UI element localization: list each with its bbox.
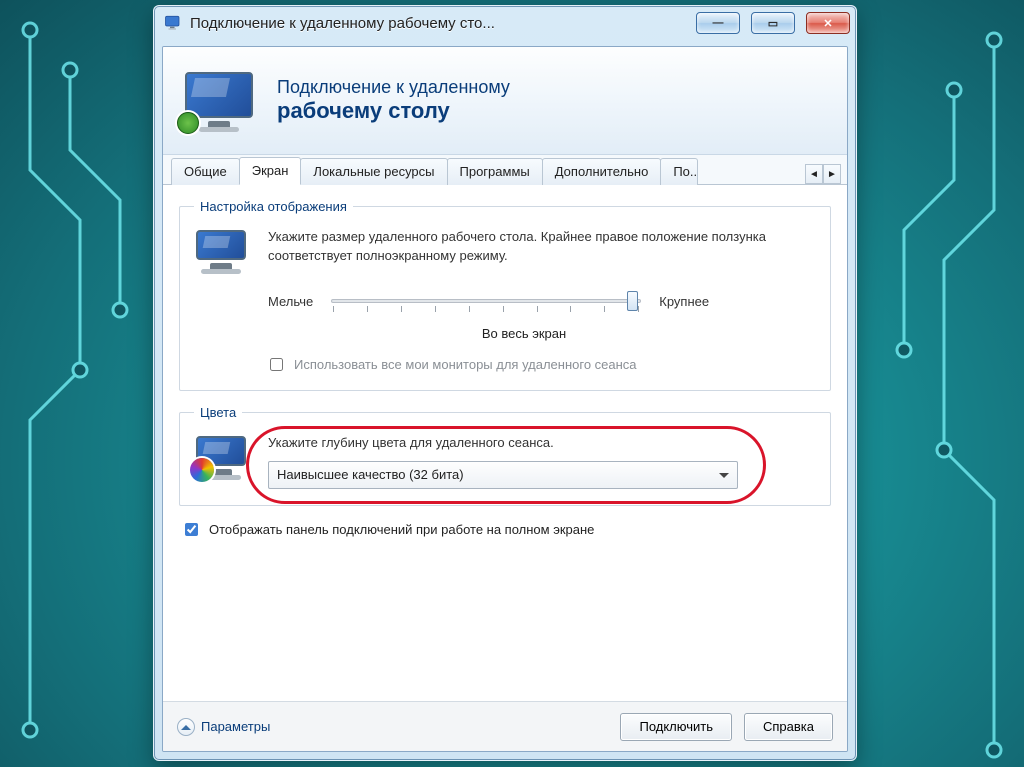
app-icon <box>164 14 182 32</box>
tab-scroll-left[interactable]: ◄ <box>805 164 823 184</box>
client-area: Подключение к удаленному рабочему столу … <box>162 46 848 752</box>
tab-page-display: Настройка отображения Укажите размер уда… <box>163 185 847 551</box>
tab-local-resources[interactable]: Локальные ресурсы <box>300 158 447 185</box>
slider-label-min: Мельче <box>268 294 313 309</box>
use-all-monitors-label: Использовать все мои мониторы для удален… <box>294 357 637 372</box>
banner-line2: рабочему столу <box>277 98 510 124</box>
show-connection-bar-checkbox[interactable] <box>185 523 198 536</box>
titlebar[interactable]: Подключение к удаленному рабочему сто...… <box>154 6 856 40</box>
maximize-icon: ▭ <box>768 17 778 30</box>
chevron-down-icon <box>719 473 729 483</box>
rdp-window: Подключение к удаленному рабочему сто...… <box>153 5 857 761</box>
color-depth-icon <box>194 434 250 489</box>
chevron-left-icon: ◄ <box>809 169 819 180</box>
tab-advanced[interactable]: Дополнительно <box>542 158 662 185</box>
close-button[interactable]: ✕ <box>806 12 850 34</box>
color-desc: Укажите глубину цвета для удаленного сеа… <box>268 434 816 453</box>
group-display-legend: Настройка отображения <box>194 199 353 214</box>
tab-general[interactable]: Общие <box>171 158 240 185</box>
display-desc: Укажите размер удаленного рабочего стола… <box>268 228 816 274</box>
close-icon: ✕ <box>823 17 832 30</box>
show-connection-bar-label: Отображать панель подключений при работе… <box>209 522 594 537</box>
help-button[interactable]: Справка <box>744 713 833 741</box>
group-display-config: Настройка отображения Укажите размер уда… <box>179 199 831 391</box>
tab-more[interactable]: По... <box>660 158 698 185</box>
maximize-button[interactable]: ▭ <box>751 12 795 34</box>
use-all-monitors-row[interactable]: Использовать все мои мониторы для удален… <box>266 355 816 374</box>
bottom-bar: Параметры Подключить Справка <box>163 701 847 751</box>
window-title: Подключение к удаленному рабочему сто... <box>190 15 685 32</box>
banner-text: Подключение к удаленному рабочему столу <box>277 77 510 124</box>
options-expander[interactable]: Параметры <box>177 718 270 736</box>
tab-strip: Общие Экран Локальные ресурсы Программы … <box>163 155 847 185</box>
slider-readout: Во весь экран <box>232 326 816 341</box>
options-label: Параметры <box>201 719 270 734</box>
use-all-monitors-checkbox[interactable] <box>270 358 283 371</box>
color-depth-dropdown[interactable]: Наивысшее качество (32 бита) <box>268 461 738 489</box>
minimize-button[interactable]: — <box>696 12 740 34</box>
connect-button[interactable]: Подключить <box>620 713 732 741</box>
tab-scroll: ◄ ► <box>805 164 841 184</box>
slider-thumb[interactable] <box>627 291 638 311</box>
rdp-monitor-icon <box>183 70 255 132</box>
tab-display[interactable]: Экран <box>239 157 302 185</box>
tab-scroll-right[interactable]: ► <box>823 164 841 184</box>
banner-line1: Подключение к удаленному <box>277 77 510 98</box>
minimize-icon: — <box>713 17 724 29</box>
resolution-slider[interactable] <box>331 288 641 314</box>
color-depth-value: Наивысшее качество (32 бита) <box>277 467 464 482</box>
display-size-icon <box>194 228 250 274</box>
group-colors-legend: Цвета <box>194 405 242 420</box>
chevron-up-icon <box>181 720 191 730</box>
group-colors: Цвета Укажите глубину цвета для удаленно… <box>179 405 831 506</box>
chevron-right-icon: ► <box>827 169 837 180</box>
decorative-circuit-right <box>834 30 1024 767</box>
header-banner: Подключение к удаленному рабочему столу <box>163 47 847 155</box>
tab-programs[interactable]: Программы <box>447 158 543 185</box>
slider-label-max: Крупнее <box>659 294 709 309</box>
show-connection-bar-row[interactable]: Отображать панель подключений при работе… <box>181 520 831 539</box>
